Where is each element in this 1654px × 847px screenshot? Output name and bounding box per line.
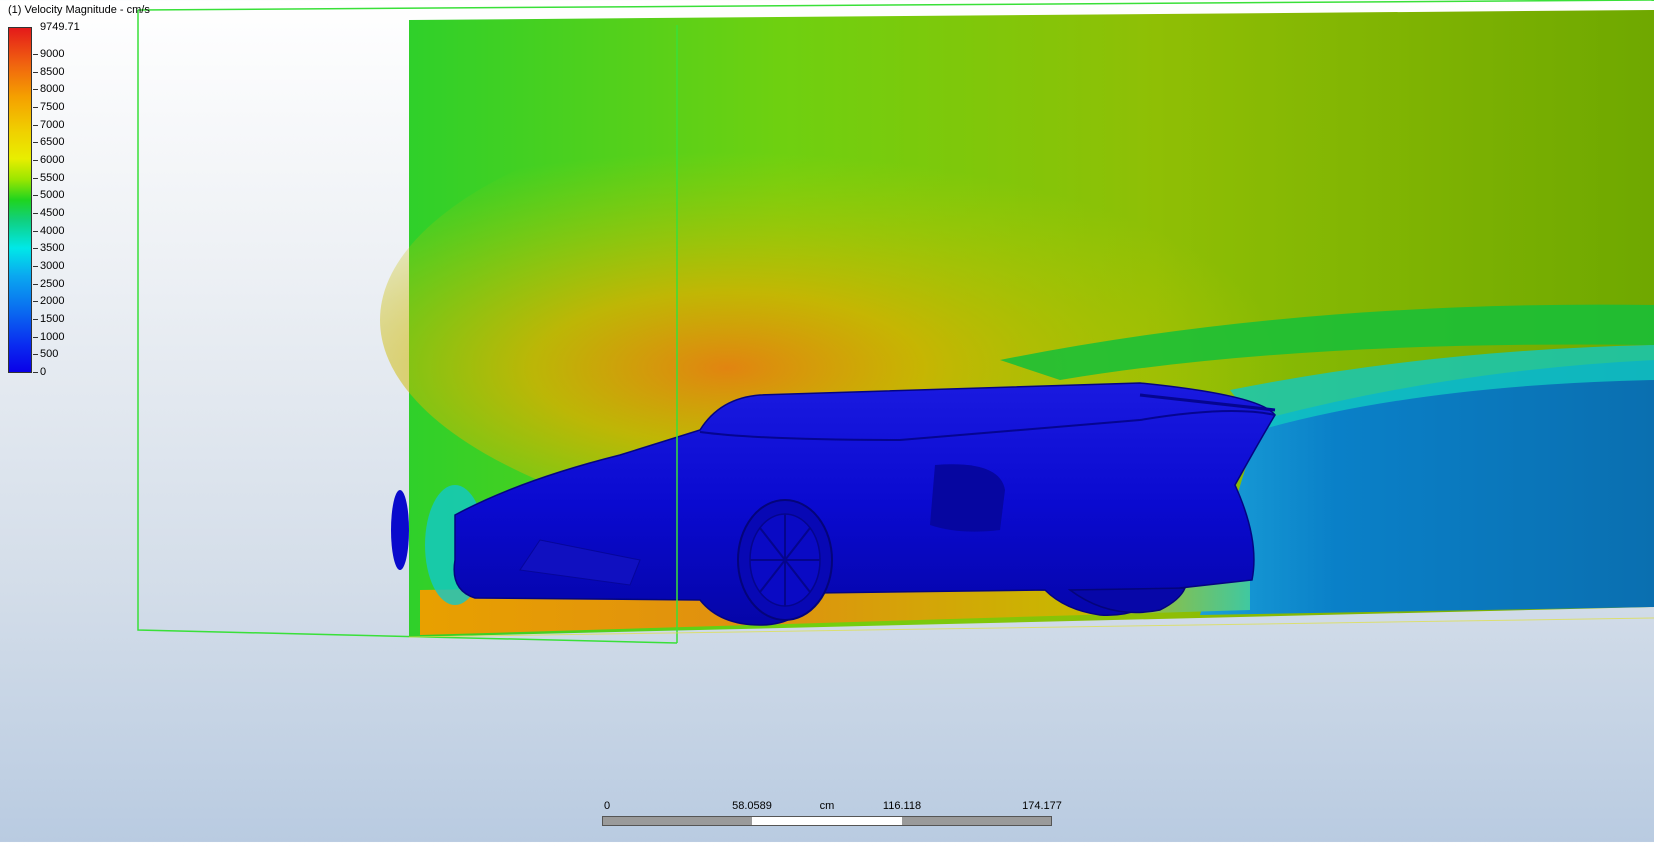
legend-tick <box>33 248 38 250</box>
legend-tick-label: 6500 <box>40 136 65 149</box>
legend-max-label: 9749.71 <box>40 21 80 33</box>
legend-tick <box>33 107 38 108</box>
scale-label-0: 0 <box>604 800 611 812</box>
legend-tick <box>33 142 38 144</box>
legend-tick-label: 4500 <box>40 207 65 219</box>
legend-tick <box>33 89 38 91</box>
legend-tick-label: 1000 <box>40 330 65 343</box>
legend-tick <box>33 54 38 55</box>
legend-tick <box>33 195 38 197</box>
legend-tick-label: 1500 <box>40 313 65 325</box>
legend-tick <box>33 160 38 161</box>
legend-tick-label: 2000 <box>40 295 65 308</box>
legend-tick <box>33 230 38 232</box>
legend-tick <box>33 71 38 73</box>
legend-tick-label: 5000 <box>40 189 65 202</box>
cfd-viewport[interactable]: (1) Velocity Magnitude - cm/s 9749.71 90… <box>0 0 1654 842</box>
scale-track <box>602 816 1052 826</box>
scale-unit: cm <box>819 800 835 812</box>
color-legend-bar <box>8 27 32 373</box>
legend-tick-label: 3500 <box>40 242 65 255</box>
scale-label-2: 116.118 <box>882 800 922 812</box>
legend-tick-label: 9000 <box>40 48 65 60</box>
scale-bar: 0 58.0589 cm 116.118 174.177 <box>602 800 1062 826</box>
legend-tick <box>33 301 38 303</box>
legend-tick <box>33 354 38 356</box>
legend-tick <box>33 213 38 214</box>
legend-tick-label: 8500 <box>40 65 65 78</box>
legend-tick-label: 4000 <box>40 224 65 237</box>
legend-tick <box>33 266 38 267</box>
legend-tick-label: 6000 <box>40 154 65 166</box>
legend-tick <box>33 283 38 285</box>
scale-label-3: 174.177 <box>1022 800 1062 812</box>
legend-tick <box>33 372 38 373</box>
legend-tick-label: 7000 <box>40 118 65 131</box>
velocity-field-render <box>137 0 1654 644</box>
legend-title: (1) Velocity Magnitude - cm/s <box>8 4 150 16</box>
legend-tick <box>33 124 38 126</box>
legend-tick-label: 2500 <box>40 277 65 290</box>
scale-label-1: 58.0589 <box>732 800 772 812</box>
legend-tick <box>33 336 38 338</box>
legend-tick-label: 8000 <box>40 83 65 96</box>
legend-tick <box>33 319 38 320</box>
legend-tick <box>33 177 38 179</box>
legend-tick-label: 7500 <box>40 101 65 113</box>
legend-tick-label: 5500 <box>40 171 65 184</box>
legend-tick-label: 500 <box>40 348 59 361</box>
legend-tick-label: 3000 <box>40 260 65 272</box>
scale-segment-white <box>752 817 902 825</box>
legend-tick-label: 0 <box>40 366 47 378</box>
